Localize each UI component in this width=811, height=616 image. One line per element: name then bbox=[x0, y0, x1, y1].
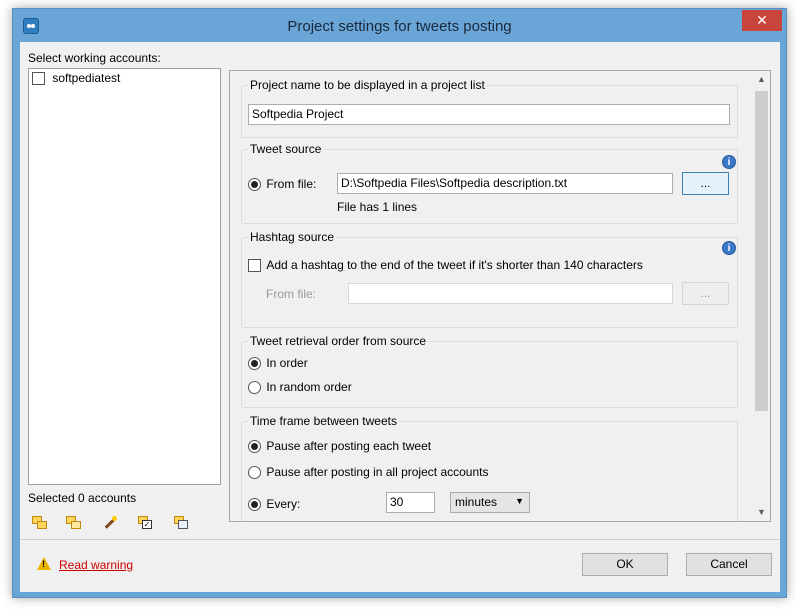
pause-each-tweet-radio[interactable]: Pause after posting each tweet bbox=[248, 439, 432, 454]
info-icon[interactable]: i bbox=[722, 241, 736, 255]
vertical-scrollbar[interactable]: ▲ ▼ bbox=[753, 71, 770, 521]
title-bar[interactable]: Project settings for tweets posting ✕ bbox=[13, 9, 786, 42]
footer-separator bbox=[20, 539, 780, 540]
close-button[interactable]: ✕ bbox=[742, 10, 782, 31]
read-warning-link[interactable]: Read warning bbox=[59, 558, 133, 572]
radio-label: In random order bbox=[266, 380, 352, 394]
uncheck-all-icon[interactable] bbox=[174, 516, 190, 530]
hashtag-browse-button[interactable]: ... bbox=[682, 282, 729, 305]
scroll-down-icon[interactable]: ▼ bbox=[753, 504, 770, 521]
radio-button[interactable] bbox=[248, 381, 261, 395]
settings-scroll-panel[interactable]: Project name to be displayed in a projec… bbox=[229, 70, 771, 522]
tweet-from-file-radio[interactable]: From file: bbox=[248, 177, 317, 192]
retrieval-order-group: Tweet retrieval order from source In ord… bbox=[241, 334, 738, 408]
project-name-title: Project name to be displayed in a projec… bbox=[248, 78, 487, 92]
radio-button[interactable] bbox=[248, 498, 261, 512]
every-radio[interactable]: Every: bbox=[248, 497, 301, 512]
ok-button[interactable]: OK bbox=[582, 553, 668, 576]
add-account-icon[interactable] bbox=[32, 516, 48, 530]
radio-label: Pause after posting in all project accou… bbox=[266, 465, 489, 479]
scroll-thumb[interactable] bbox=[755, 91, 768, 411]
hashtag-from-file-label: From file: bbox=[266, 287, 317, 301]
radio-label: Pause after posting each tweet bbox=[266, 439, 432, 453]
project-name-input[interactable]: Softpedia Project bbox=[248, 104, 730, 125]
account-name: softpediatest bbox=[52, 71, 121, 85]
dialog-window: Project settings for tweets posting ✕ Se… bbox=[12, 8, 787, 598]
radio-button[interactable] bbox=[248, 178, 261, 192]
window-title: Project settings for tweets posting bbox=[287, 18, 512, 35]
every-unit-select[interactable]: minutes ▼ bbox=[450, 492, 530, 513]
check-all-icon[interactable]: ✓ bbox=[138, 516, 154, 530]
hashtag-source-title: Hashtag source bbox=[248, 230, 337, 244]
tweet-browse-button[interactable]: ... bbox=[682, 172, 729, 195]
radio-label: Every: bbox=[266, 497, 301, 511]
radio-button[interactable] bbox=[248, 440, 261, 454]
hashtag-checkbox-label: Add a hashtag to the end of the tweet if… bbox=[266, 258, 643, 272]
dialog-client-area: Select working accounts: softpediatest S… bbox=[20, 42, 780, 592]
in-order-radio[interactable]: In order bbox=[248, 356, 308, 371]
from-file-label: From file: bbox=[266, 177, 317, 191]
accounts-list[interactable]: softpediatest bbox=[28, 68, 221, 485]
info-icon[interactable]: i bbox=[722, 155, 736, 169]
tweet-source-title: Tweet source bbox=[248, 142, 324, 156]
accounts-label: Select working accounts: bbox=[28, 51, 161, 65]
project-name-group: Project name to be displayed in a projec… bbox=[241, 78, 738, 138]
every-value-input[interactable]: 30 bbox=[386, 492, 435, 513]
cancel-button[interactable]: Cancel bbox=[686, 553, 772, 576]
retrieval-order-title: Tweet retrieval order from source bbox=[248, 334, 429, 348]
wand-icon[interactable] bbox=[102, 516, 118, 530]
chevron-down-icon: ▼ bbox=[515, 496, 524, 506]
hashtag-source-group: Hashtag source i Add a hashtag to the en… bbox=[241, 230, 738, 328]
tweet-file-path-input[interactable]: D:\Softpedia Files\Softpedia description… bbox=[337, 173, 673, 194]
file-info-text: File has 1 lines bbox=[337, 200, 418, 214]
time-frame-group: Time frame between tweets Pause after po… bbox=[241, 414, 738, 521]
hashtag-file-path-input[interactable] bbox=[348, 283, 673, 304]
list-item[interactable]: softpediatest bbox=[32, 71, 121, 86]
pause-all-accounts-radio[interactable]: Pause after posting in all project accou… bbox=[248, 465, 489, 480]
warning-mark: ! bbox=[42, 559, 45, 569]
scroll-up-icon[interactable]: ▲ bbox=[753, 71, 770, 88]
copy-account-icon[interactable] bbox=[66, 516, 82, 530]
radio-button[interactable] bbox=[248, 466, 261, 480]
time-frame-title: Time frame between tweets bbox=[248, 414, 399, 428]
every-unit-value: minutes bbox=[455, 495, 498, 509]
random-order-radio[interactable]: In random order bbox=[248, 380, 352, 395]
hashtag-checkbox-row[interactable]: Add a hashtag to the end of the tweet if… bbox=[248, 258, 643, 273]
radio-button[interactable] bbox=[248, 357, 261, 371]
tweet-source-group: Tweet source i From file: D:\Softpedia F… bbox=[241, 142, 738, 224]
radio-label: In order bbox=[266, 356, 308, 370]
hashtag-checkbox[interactable] bbox=[248, 259, 261, 273]
account-checkbox[interactable] bbox=[32, 72, 45, 86]
selected-accounts-count: Selected 0 accounts bbox=[28, 491, 137, 505]
